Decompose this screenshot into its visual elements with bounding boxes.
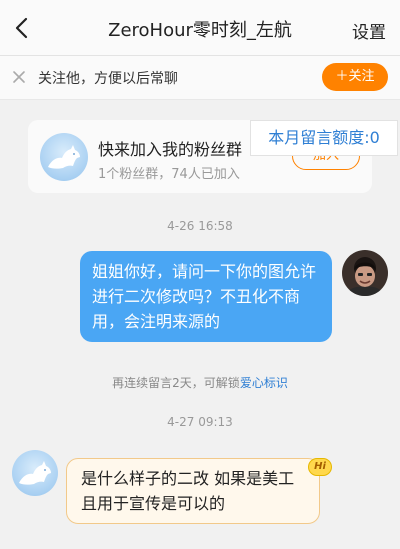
message-timestamp: 4-26 16:58 [167,219,233,233]
hi-badge: Hi [308,458,332,476]
unlock-hint: 再连续留言2天，可解锁爱心标识 [0,374,400,391]
fan-group-avatar [40,133,88,181]
chat-title: ZeroHour零时刻_左航 [108,20,292,41]
message-quota-label: 本月留言额度:0 [250,120,398,156]
message-timestamp: 4-27 09:13 [167,415,233,429]
follow-prompt-bar: 关注他，方便以后常聊 ＋关注 [0,56,400,100]
heart-badge-link[interactable]: 爱心标识 [240,376,288,390]
back-icon[interactable] [8,14,36,42]
follow-button[interactable]: ＋关注 [322,63,388,91]
follow-prompt-text: 关注他，方便以后常聊 [38,71,178,87]
close-icon[interactable] [10,68,28,86]
fan-group-subtitle: 1个粉丝群，74人已加入 [98,167,240,182]
incoming-message-bubble[interactable]: 是什么样子的二改 如果是美工且用于宣传是可以的 [66,458,320,524]
unlock-hint-text: 再连续留言2天，可解锁 [112,376,240,390]
fan-group-title: 快来加入我的粉丝群 [98,140,243,159]
outgoing-message-bubble[interactable]: 姐姐你好，请问一下你的图允许进行二次修改吗？不丑化不商用，会注明来源的 [80,251,332,342]
contact-avatar[interactable] [12,450,58,496]
my-avatar[interactable] [342,250,388,296]
top-nav-bar: ZeroHour零时刻_左航 设置 [0,0,400,56]
settings-button[interactable]: 设置 [352,18,386,43]
